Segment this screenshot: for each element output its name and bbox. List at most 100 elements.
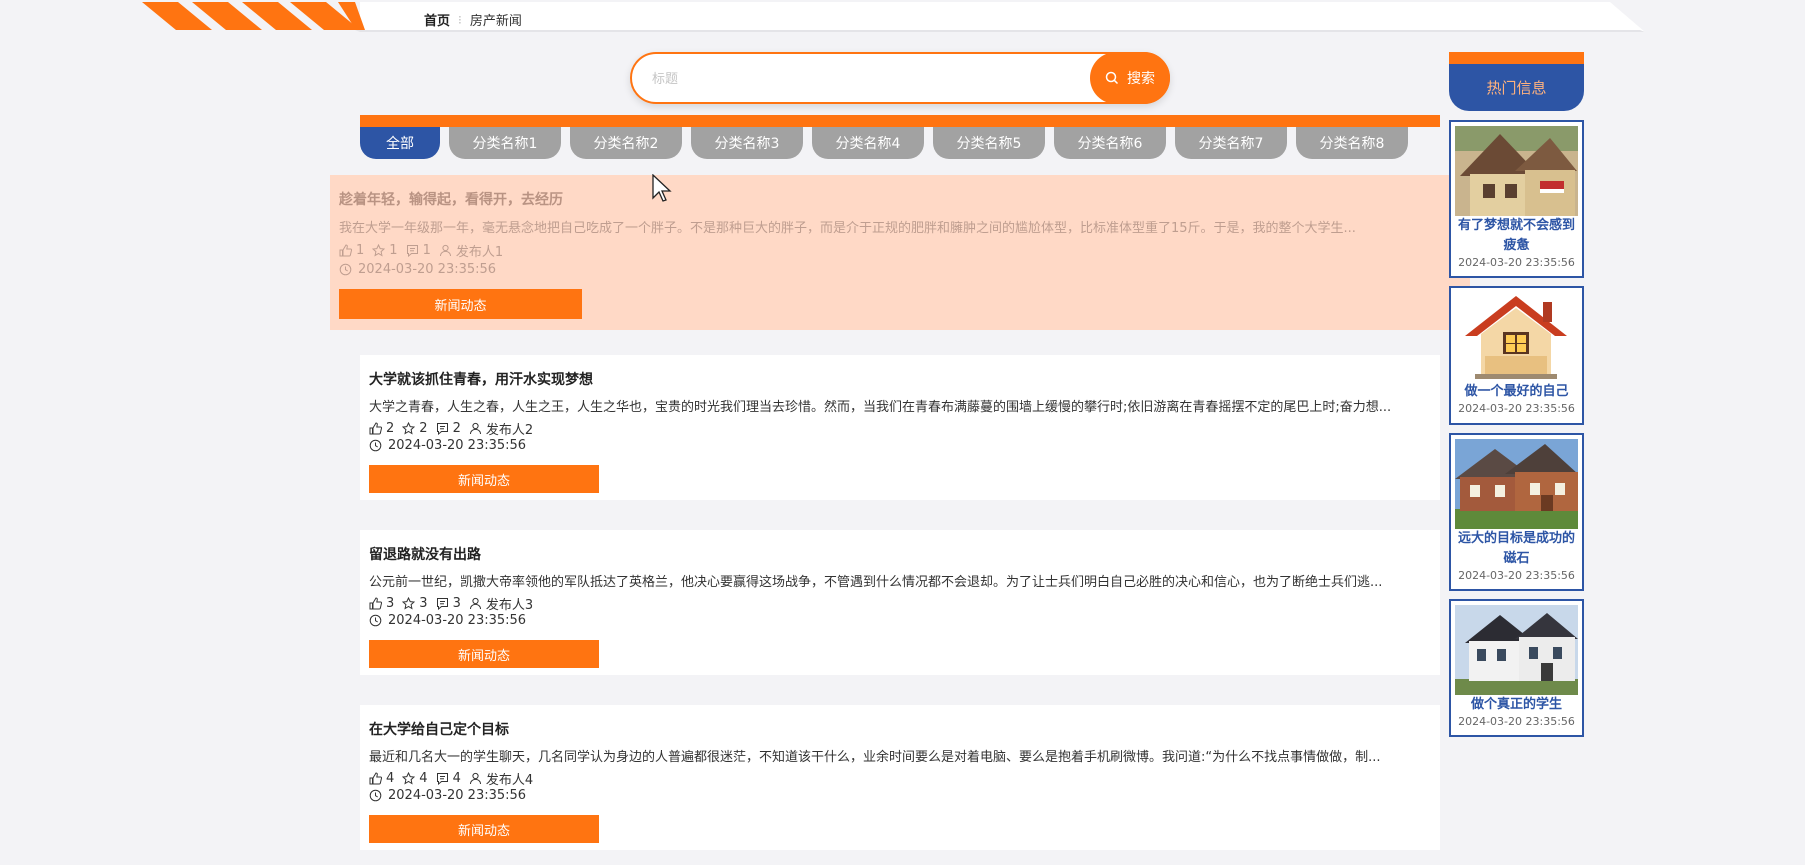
comment-icon [436, 773, 448, 785]
comment-count: 4 [452, 771, 461, 786]
news-title[interactable]: 趁着年轻，输得起，看得开，去经历 [339, 189, 563, 209]
hot-item-title: 远大的目标是成功的磁石 [1457, 531, 1575, 566]
thumbs-up-icon [369, 772, 382, 785]
like-count: 1 [356, 243, 365, 258]
news-title[interactable]: 留退路就没有出路 [369, 544, 481, 564]
publisher: 发布人3 [485, 598, 534, 613]
comment-count: 1 [422, 243, 431, 258]
cottage-house-image [1455, 126, 1578, 216]
news-title[interactable]: 大学就该抓住青春，用汗水实现梦想 [369, 369, 593, 389]
search-button-label: 搜索 [1127, 71, 1155, 87]
search-icon [1105, 71, 1119, 85]
hot-item-title: 有了梦想就不会感到疲惫 [1457, 218, 1575, 253]
breadcrumb-separator: ⁝ [458, 12, 462, 27]
hot-item[interactable]: 有了梦想就不会感到疲惫 2024-03-20 23:35:56 [1449, 120, 1584, 278]
comment-count: 3 [452, 596, 461, 611]
like-count: 4 [386, 771, 395, 786]
publisher: 发布人1 [455, 245, 504, 260]
news-category-button[interactable]: 新闻动态 [339, 289, 582, 319]
user-icon [469, 422, 481, 435]
comment-count: 2 [452, 421, 461, 436]
hot-item-title: 做个真正的学生 [1470, 697, 1562, 712]
clock-icon [369, 614, 382, 627]
user-icon [469, 597, 481, 610]
news-summary: 我在大学一年级那一年，毫无悬念地把自己吃成了一个胖子。不是那种巨大的胖子，而是介… [339, 221, 1356, 236]
thumbs-up-icon [369, 422, 382, 435]
news-time-text: 2024-03-20 23:35:56 [388, 613, 527, 628]
white-villa-image [1455, 605, 1578, 695]
tab-all[interactable]: 全部 [360, 127, 440, 159]
user-icon [469, 772, 481, 785]
clock-icon [369, 789, 382, 802]
hot-item-time: 2024-03-20 23:35:56 [1458, 715, 1575, 728]
tab-category-6[interactable]: 分类名称6 [1054, 127, 1166, 159]
news-meta: 2 2 2 发布人2 [369, 419, 533, 438]
category-bar-line [360, 115, 1440, 127]
news-summary: 大学之青春，人生之春，人生之王，人生之华也，宝贵的时光我们理当去珍惜。然而，当我… [369, 400, 1392, 415]
star-icon [402, 597, 416, 610]
tab-category-2[interactable]: 分类名称2 [570, 127, 682, 159]
news-category-button[interactable]: 新闻动态 [369, 465, 599, 493]
news-time-text: 2024-03-20 23:35:56 [388, 788, 527, 803]
news-summary: 公元前一世纪，凯撒大帝率领他的军队抵达了英格兰，他决心要赢得这场战争，不管遇到什… [369, 575, 1383, 590]
news-time: 2024-03-20 23:35:56 [339, 262, 496, 277]
breadcrumb-current: 房产新闻 [469, 14, 522, 29]
top-bar-decoration [142, 2, 1645, 32]
news-time: 2024-03-20 23:35:56 [369, 438, 526, 453]
comment-icon [436, 423, 448, 435]
favorite-count: 1 [389, 243, 398, 258]
thumbs-up-icon [339, 244, 352, 257]
comment-icon [406, 245, 418, 257]
tab-category-7[interactable]: 分类名称7 [1175, 127, 1287, 159]
news-category-button[interactable]: 新闻动态 [369, 640, 599, 668]
tab-category-4[interactable]: 分类名称4 [812, 127, 924, 159]
news-meta: 3 3 3 发布人3 [369, 594, 533, 613]
breadcrumb: 首页 ⁝ 房产新闻 [424, 10, 522, 30]
news-meta: 1 1 1 发布人1 [339, 241, 503, 260]
clock-icon [369, 439, 382, 452]
hot-item-time: 2024-03-20 23:35:56 [1458, 256, 1575, 269]
category-tabs: 全部 分类名称1 分类名称2 分类名称3 分类名称4 分类名称5 分类名称6 分… [360, 127, 1408, 159]
clock-icon [339, 263, 352, 276]
publisher: 发布人2 [485, 423, 534, 438]
news-time: 2024-03-20 23:35:56 [369, 788, 526, 803]
like-count: 2 [386, 421, 395, 436]
news-time-text: 2024-03-20 23:35:56 [388, 438, 527, 453]
news-item[interactable]: 趁着年轻，输得起，看得开，去经历 我在大学一年级那一年，毫无悬念地把自己吃成了一… [330, 175, 1470, 330]
thumbs-up-icon [369, 597, 382, 610]
news-title[interactable]: 在大学给自己定个目标 [369, 719, 509, 739]
hot-item-title: 做一个最好的自己 [1464, 384, 1569, 399]
tab-category-3[interactable]: 分类名称3 [691, 127, 803, 159]
hot-info-heading: 热门信息 [1449, 52, 1584, 111]
house-icon [1455, 292, 1578, 382]
publisher: 发布人4 [485, 773, 534, 788]
hot-item-time: 2024-03-20 23:35:56 [1458, 402, 1575, 415]
tab-category-5[interactable]: 分类名称5 [933, 127, 1045, 159]
news-item[interactable]: 在大学给自己定个目标 最近和几名大一的学生聊天，几名同学认为身边的人普遍都很迷茫… [360, 705, 1440, 850]
search-button[interactable]: 搜索 [1090, 52, 1170, 104]
breadcrumb-home[interactable]: 首页 [424, 10, 450, 29]
favorite-count: 2 [419, 421, 428, 436]
tab-category-8[interactable]: 分类名称8 [1296, 127, 1408, 159]
news-time: 2024-03-20 23:35:56 [369, 613, 526, 628]
news-meta: 4 4 4 发布人4 [369, 769, 533, 788]
star-icon [402, 422, 416, 435]
search-input[interactable] [650, 66, 1074, 92]
hot-item[interactable]: 做一个最好的自己 2024-03-20 23:35:56 [1449, 286, 1584, 425]
star-icon [372, 244, 386, 257]
user-icon [439, 244, 451, 257]
hot-item[interactable]: 远大的目标是成功的磁石 2024-03-20 23:35:56 [1449, 433, 1584, 591]
news-item[interactable]: 大学就该抓住青春，用汗水实现梦想 大学之青春，人生之春，人生之王，人生之华也，宝… [360, 355, 1440, 500]
news-summary: 最近和几名大一的学生聊天，几名同学认为身边的人普遍都很迷茫，不知道该干什么，业余… [369, 750, 1381, 765]
favorite-count: 4 [419, 771, 428, 786]
hot-item[interactable]: 做个真正的学生 2024-03-20 23:35:56 [1449, 599, 1584, 737]
star-icon [402, 772, 416, 785]
brick-house-image [1455, 439, 1578, 529]
news-category-button[interactable]: 新闻动态 [369, 815, 599, 843]
favorite-count: 3 [419, 596, 428, 611]
tab-category-1[interactable]: 分类名称1 [449, 127, 561, 159]
news-item[interactable]: 留退路就没有出路 公元前一世纪，凯撒大帝率领他的军队抵达了英格兰，他决心要赢得这… [360, 530, 1440, 675]
comment-icon [436, 598, 448, 610]
news-time-text: 2024-03-20 23:35:56 [358, 262, 497, 277]
hot-item-time: 2024-03-20 23:35:56 [1458, 569, 1575, 582]
